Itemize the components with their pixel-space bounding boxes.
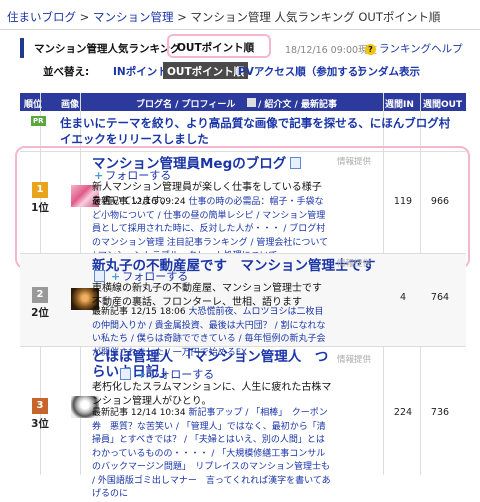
header-blog: ブログ名 / プロフィール <box>136 100 236 110</box>
weekly-out: 966 <box>430 196 450 207</box>
latest-time: 12/16 09:24 <box>130 197 186 207</box>
weekly-out: 736 <box>430 407 450 418</box>
follow-button[interactable]: + フォローする <box>120 366 214 382</box>
weekly-in: 224 <box>393 407 413 418</box>
breadcrumb-home[interactable]: 住まいブログ <box>7 10 76 24</box>
row-divider <box>20 346 466 347</box>
info-link[interactable]: 情報提供 <box>337 155 371 167</box>
latest-time: 12/15 18:06 <box>130 307 186 317</box>
breadcrumb-current: OUTポイント順 <box>358 10 441 24</box>
ranking-title-bar: マンション管理人気ランキング OUTポイント順 18/12/16 09:00現在… <box>20 34 466 58</box>
sort-random[interactable]: ランダム表示 <box>357 64 420 79</box>
rank-1-badge-icon: 1 <box>32 182 48 198</box>
breadcrumb-sep: > <box>79 10 90 24</box>
help-label: ランキングヘルプ <box>379 43 463 55</box>
latest-links[interactable]: 新記事アップ / 「相棒」 クーポン券 悪質？な苦笑い / 「管理人」ではなく、… <box>92 408 331 499</box>
profile-icon[interactable] <box>94 270 105 282</box>
info-link[interactable]: 情報提供 <box>337 257 371 269</box>
follow-label: フォローする <box>148 368 215 381</box>
weekly-in: 119 <box>393 196 413 207</box>
help-link[interactable]: ? ランキングヘルプ <box>365 41 463 56</box>
notice-text[interactable]: 住まいにテーマを絞り、より高品質な画像で記事を探せる、にほんブログ村イエックをリ… <box>60 115 460 147</box>
sort-bar: 並べ替え: INポイント順 OUTポイント順 PVアクセス順（参加する） ランダ… <box>20 62 466 79</box>
rank-label: 2位 <box>31 307 49 319</box>
breadcrumb-category[interactable]: マンション管理 <box>93 10 174 24</box>
latest-time: 12/14 10:34 <box>130 408 186 418</box>
profile-icon[interactable] <box>290 157 302 169</box>
rank-label: 3位 <box>31 418 49 430</box>
header-image: 画像 <box>61 100 80 110</box>
breadcrumb-ranking: マンション管理 人気ランキング <box>190 10 355 24</box>
rank-3-badge-icon: 3 <box>32 398 48 414</box>
weekly-out: 764 <box>430 292 450 303</box>
sort-label: 並べ替え: <box>43 66 90 78</box>
latest-articles: 最新記事 12/14 10:34 新記事アップ / 「相棒」 クーポン券 悪質？… <box>92 407 332 502</box>
rank-cell: 1 1位 <box>20 182 60 215</box>
profile-icon[interactable] <box>120 368 131 380</box>
ranking-type-selected[interactable]: OUTポイント順 <box>167 34 271 58</box>
sort-out-active[interactable]: OUTポイント順 <box>163 62 249 79</box>
rank-label: 1位 <box>31 202 49 214</box>
table-row: 2 2位 新丸子の不動産屋です マンション管理士です 情報提供 + フォローする … <box>20 254 466 358</box>
info-link[interactable]: 情報提供 <box>337 353 371 365</box>
sort-arrow-icon[interactable] <box>247 98 256 107</box>
header-intro: / 紹介文 / 最新記事 <box>258 100 337 110</box>
latest-links[interactable]: 仕事の時の必需品：帽子・手袋など小物について / 仕事の昼の簡単レシピ / マン… <box>92 197 328 261</box>
latest-label: 最新記事 <box>92 197 129 207</box>
follow-plus-icon: + <box>137 368 147 381</box>
table-header: 順位 画像 ブログ名 / プロフィール / 紹介文 / 最新記事 週間IN 週間… <box>20 93 466 111</box>
rank-cell: 2 2位 <box>20 287 60 320</box>
breadcrumb: 住まいブログ > マンション管理 > マンション管理 人気ランキング OUTポイ… <box>0 0 480 30</box>
weekly-in: 4 <box>399 292 407 303</box>
help-icon: ? <box>365 44 376 55</box>
latest-label: 最新記事 <box>92 408 129 418</box>
latest-label: 最新記事 <box>92 307 129 317</box>
rank-2-badge-icon: 2 <box>32 287 48 303</box>
rank-cell: 3 3位 <box>20 398 60 431</box>
header-out: 週間OUT <box>423 100 463 110</box>
pr-badge: PR <box>31 116 46 126</box>
page-title: マンション管理人気ランキング <box>20 38 181 58</box>
header-in: 週間IN <box>385 100 414 110</box>
timestamp: 18/12/16 09:00現在 <box>285 45 378 56</box>
sort-pv[interactable]: PVアクセス順（参加する） <box>238 64 369 79</box>
blog-description: 老朽化したスラムマンションに、人生に疲れた古株マンション管理人がひとり。 <box>92 382 332 407</box>
breadcrumb-sep: > <box>177 10 187 24</box>
